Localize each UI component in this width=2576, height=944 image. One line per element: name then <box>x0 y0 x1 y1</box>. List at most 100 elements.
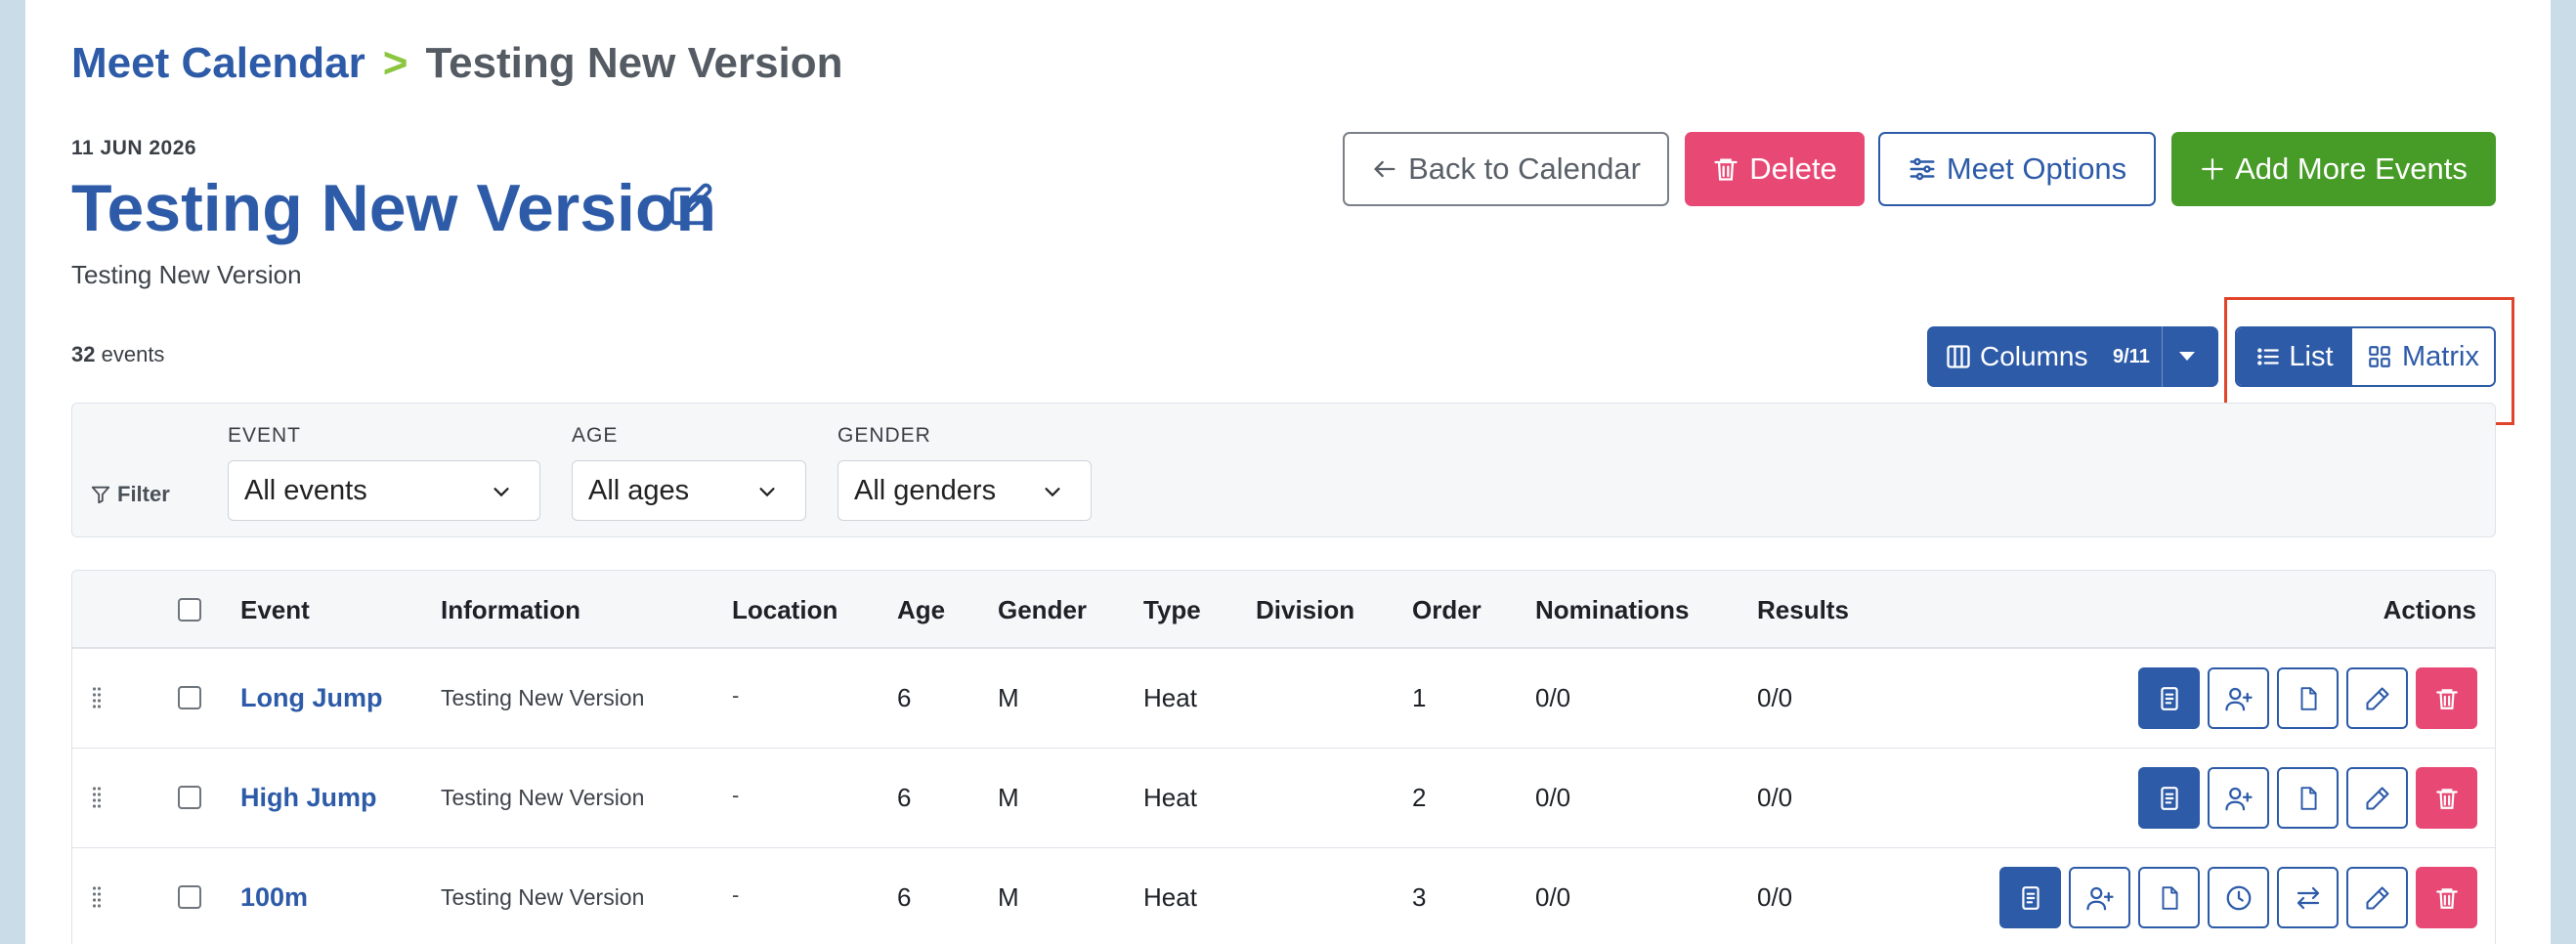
event-name-link[interactable]: Long Jump <box>240 683 382 713</box>
drag-handle-icon[interactable] <box>92 686 102 709</box>
row-actions <box>2138 767 2477 829</box>
row-checkbox[interactable] <box>178 786 201 809</box>
table-header: Event Information Location Age Gender Ty… <box>72 571 2495 649</box>
age-filter-value: All ages <box>588 474 690 506</box>
header-order[interactable]: Order <box>1412 595 1481 625</box>
header-gender[interactable]: Gender <box>998 595 1087 625</box>
breadcrumb-meet-calendar-link[interactable]: Meet Calendar <box>71 39 365 87</box>
cell-gender: M <box>998 683 1019 712</box>
details-button[interactable] <box>2138 767 2200 829</box>
details-button[interactable] <box>1999 867 2061 928</box>
file-icon <box>2162 885 2178 910</box>
meet-date: 11 JUN 2026 <box>71 137 197 159</box>
arrow-left-icon <box>1374 160 1395 178</box>
gender-filter-value: All genders <box>854 474 997 506</box>
table-row: 100m Testing New Version - 6 M Heat 3 0/… <box>72 848 2495 944</box>
cell-order: 2 <box>1412 783 1427 812</box>
gender-filter-caption: GENDER <box>837 424 931 447</box>
cell-results: 0/0 <box>1757 683 1793 712</box>
table-row: Long Jump Testing New Version - 6 M Heat… <box>72 649 2495 749</box>
meet-subtitle: Testing New Version <box>71 260 302 289</box>
results-sheet-button[interactable] <box>2138 867 2200 928</box>
cell-age: 6 <box>897 783 912 812</box>
breadcrumb-separator: > <box>382 39 408 87</box>
row-checkbox[interactable] <box>178 686 201 709</box>
chevron-down-icon <box>759 488 775 497</box>
pencil-icon <box>2365 885 2389 910</box>
meet-options-label: Meet Options <box>1946 151 2127 186</box>
columns-label: Columns <box>1980 341 2088 371</box>
pencil-icon <box>2365 686 2389 710</box>
header-division[interactable]: Division <box>1256 595 1354 625</box>
cell-nominations: 0/0 <box>1535 783 1571 812</box>
cell-gender: M <box>998 783 1019 812</box>
clock-icon <box>2226 885 2251 910</box>
document-list-icon <box>2021 885 2039 910</box>
add-more-events-label: Add More Events <box>2235 151 2468 186</box>
delete-event-button[interactable] <box>2416 767 2477 829</box>
event-name-link[interactable]: High Jump <box>240 783 377 813</box>
header-age[interactable]: Age <box>897 595 945 625</box>
events-count-label: events <box>101 342 165 366</box>
add-nomination-button[interactable] <box>2208 667 2269 729</box>
page-title: Testing New Version <box>71 171 717 245</box>
back-to-calendar-label: Back to Calendar <box>1408 151 1641 186</box>
trash-icon <box>2435 788 2458 809</box>
header-type[interactable]: Type <box>1143 595 1201 625</box>
cell-type: Heat <box>1143 783 1197 812</box>
trash-icon <box>2435 887 2458 909</box>
breadcrumb-current: Testing New Version <box>425 39 843 87</box>
add-more-events-button[interactable]: Add More Events <box>2171 132 2496 206</box>
back-to-calendar-button[interactable]: Back to Calendar <box>1343 132 1669 206</box>
drag-handle-icon[interactable] <box>92 786 102 809</box>
age-filter-select[interactable]: All ages <box>572 460 806 521</box>
delete-event-button[interactable] <box>2416 867 2477 928</box>
event-filter-caption: EVENT <box>228 424 302 447</box>
sliders-icon <box>1910 157 1935 181</box>
drag-handle-icon[interactable] <box>92 885 102 909</box>
results-sheet-button[interactable] <box>2277 767 2339 829</box>
delete-event-button[interactable] <box>2416 667 2477 729</box>
row-actions <box>1999 867 2477 928</box>
cell-age: 6 <box>897 882 912 912</box>
results-sheet-button[interactable] <box>2277 667 2339 729</box>
delete-meet-button[interactable]: Delete <box>1685 132 1865 206</box>
cell-results: 0/0 <box>1757 783 1793 812</box>
events-table: Event Information Location Age Gender Ty… <box>71 570 2496 944</box>
select-all-checkbox[interactable] <box>178 598 201 622</box>
header-event[interactable]: Event <box>240 595 310 625</box>
event-filter-select[interactable]: All events <box>228 460 540 521</box>
timing-button[interactable] <box>2208 867 2269 928</box>
event-name-link[interactable]: 100m <box>240 882 308 913</box>
edit-event-button[interactable] <box>2346 667 2408 729</box>
add-nomination-button[interactable] <box>2208 767 2269 829</box>
edit-title-icon[interactable] <box>668 182 713 227</box>
add-nomination-button[interactable] <box>2069 867 2130 928</box>
row-checkbox[interactable] <box>178 885 201 909</box>
columns-count-badge: 9/11 <box>2113 346 2150 367</box>
cell-gender: M <box>998 882 1019 912</box>
cell-nominations: 0/0 <box>1535 882 1571 912</box>
file-icon <box>2300 786 2317 810</box>
cell-type: Heat <box>1143 882 1197 912</box>
user-plus-icon <box>2085 886 2114 910</box>
header-results[interactable]: Results <box>1757 595 1849 625</box>
header-nominations[interactable]: Nominations <box>1535 595 1689 625</box>
details-button[interactable] <box>2138 667 2200 729</box>
columns-dropdown-button[interactable]: Columns 9/11 <box>1927 326 2218 387</box>
page: Meet Calendar > Testing New Version 11 JUN… <box>25 0 2551 944</box>
swap-button[interactable] <box>2277 867 2339 928</box>
gender-filter-select[interactable]: All genders <box>837 460 1092 521</box>
edit-event-button[interactable] <box>2346 867 2408 928</box>
chevron-down-icon <box>1045 488 1060 497</box>
header-information[interactable]: Information <box>441 595 580 625</box>
meet-options-button[interactable]: Meet Options <box>1878 132 2156 206</box>
pencil-icon <box>2365 786 2389 810</box>
cell-location: - <box>732 783 740 807</box>
edit-event-button[interactable] <box>2346 767 2408 829</box>
filter-icon <box>91 486 110 504</box>
columns-divider <box>2162 326 2163 387</box>
cell-information: Testing New Version <box>441 884 645 910</box>
swap-arrows-icon <box>2297 886 2319 909</box>
header-location[interactable]: Location <box>732 595 837 625</box>
